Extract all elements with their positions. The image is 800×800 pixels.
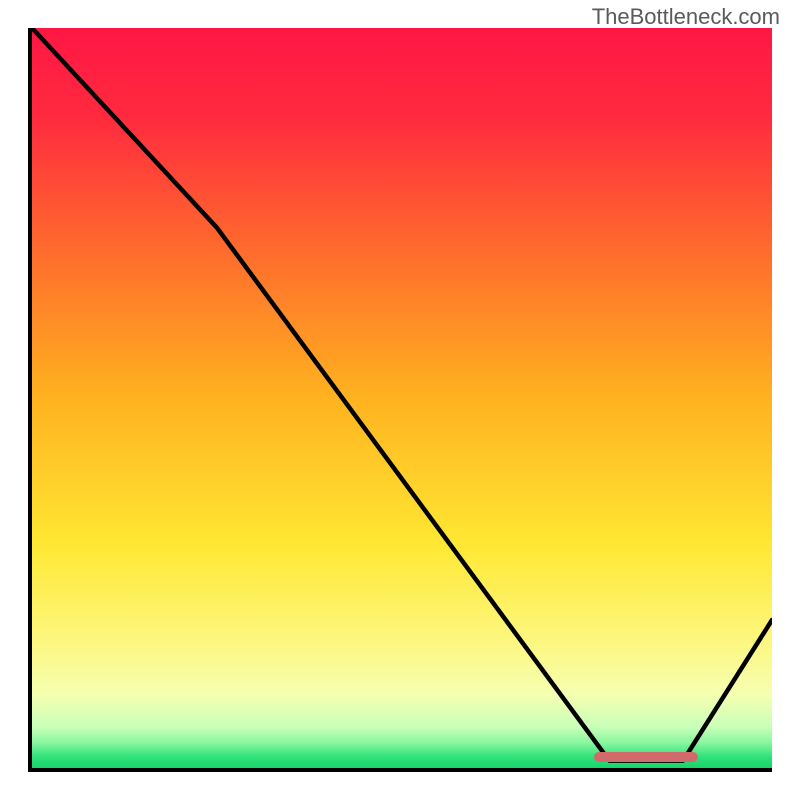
bottleneck-curve bbox=[32, 28, 772, 768]
watermark-text: TheBottleneck.com bbox=[592, 4, 780, 30]
optimal-range-marker bbox=[594, 752, 698, 762]
plot-area bbox=[28, 28, 772, 772]
chart-container: TheBottleneck.com bbox=[0, 0, 800, 800]
